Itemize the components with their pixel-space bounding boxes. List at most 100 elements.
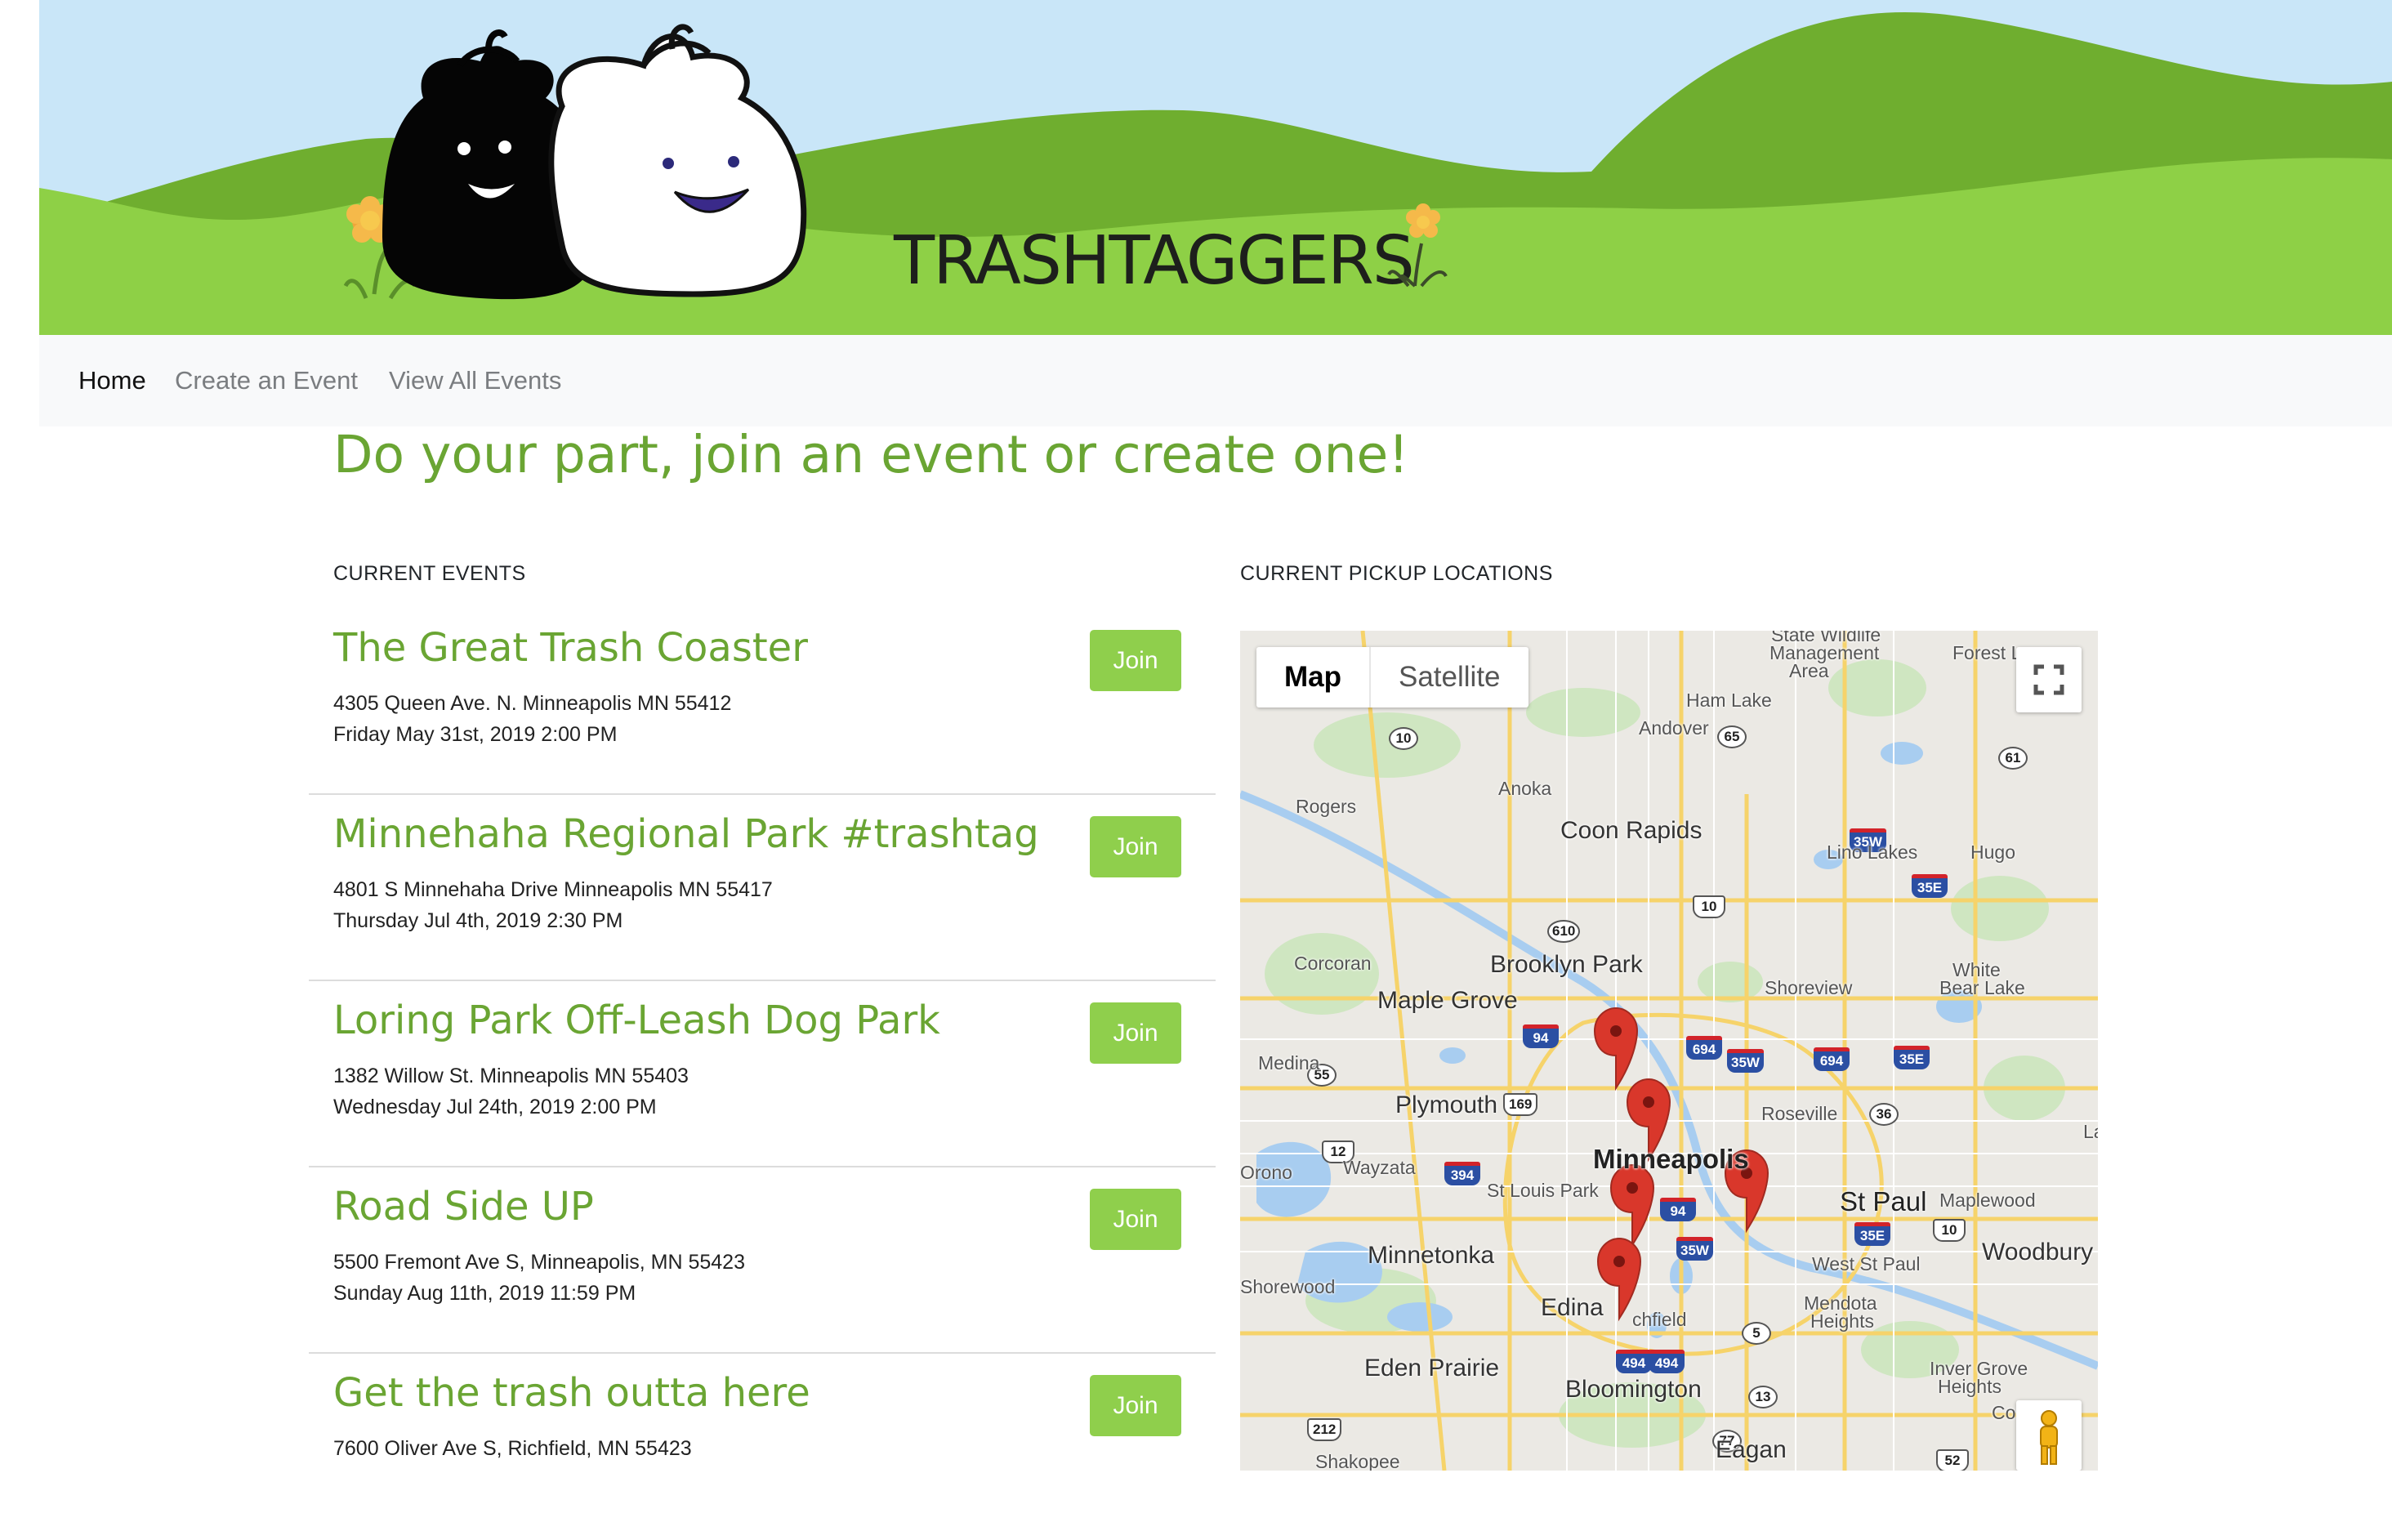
event-title[interactable]: Loring Park Off-Leash Dog Park (333, 998, 940, 1043)
map-place-label: Minneapolis (1593, 1144, 1749, 1174)
map-place-label: Corcoran (1294, 953, 1372, 974)
event-date: Sunday Aug 11th, 2019 11:59 PM (333, 1282, 636, 1305)
interstate-shield: 494 (1616, 1350, 1652, 1373)
us-shield: 212 (1307, 1418, 1342, 1441)
interstate-shield: 35W (1676, 1237, 1713, 1261)
map-place-label: Forest L (1952, 642, 2022, 663)
events-list: The Great Trash Coaster 4305 Queen Ave. … (309, 609, 1216, 1540)
interstate-shield: 694 (1686, 1036, 1722, 1060)
state-shield: 65 (1717, 725, 1747, 748)
map-tiles[interactable] (1240, 631, 2098, 1471)
map-place-label: Andover (1639, 717, 1709, 739)
join-button[interactable]: Join (1090, 1375, 1181, 1436)
map-place-label: Bloomington (1565, 1376, 1702, 1403)
interstate-shield: 35E (1894, 1046, 1930, 1069)
state-shield: 610 (1547, 920, 1581, 943)
interstate-shield: 394 (1444, 1162, 1480, 1185)
map-place-label: Shoreview (1765, 977, 1853, 998)
us-shield: 10 (1693, 895, 1725, 918)
interstate-shield: 94 (1660, 1198, 1696, 1221)
map-place-label: chfield (1632, 1309, 1687, 1330)
fullscreen-icon (2033, 664, 2064, 695)
event-address: 7600 Oliver Ave S, Richfield, MN 55423 (333, 1437, 692, 1460)
map-type-satellite-button[interactable]: Satellite (1371, 647, 1528, 708)
map-place-label: Area (1789, 660, 1829, 681)
nav-create-event[interactable]: Create an Event (175, 366, 358, 395)
map-type-toggle: Map Satellite (1256, 647, 1528, 708)
flower-icon (1387, 203, 1448, 288)
map-place-label: West St Paul (1812, 1253, 1921, 1274)
event-date: Friday May 31st, 2019 2:00 PM (333, 723, 618, 746)
map-place-label: Maple Grove (1377, 987, 1518, 1014)
map-place-label: Orono (1240, 1162, 1292, 1183)
event-address: 4801 S Minnehaha Drive Minneapolis MN 55… (333, 878, 773, 901)
event-address: 1382 Willow St. Minneapolis MN 55403 (333, 1065, 689, 1087)
interstate-shield: 494 (1649, 1350, 1685, 1373)
state-shield: 13 (1748, 1386, 1778, 1408)
state-shield: 10 (1389, 727, 1418, 750)
interstate-shield: 94 (1523, 1024, 1559, 1048)
map-place-label: St Louis Park (1487, 1180, 1599, 1201)
map-place-label: La (2083, 1121, 2098, 1142)
join-button[interactable]: Join (1090, 1002, 1181, 1064)
map-place-label: Brooklyn Park (1490, 951, 1643, 978)
nav-view-all-events[interactable]: View All Events (389, 366, 561, 395)
join-button[interactable]: Join (1090, 816, 1181, 877)
event-address: 4305 Queen Ave. N. Minneapolis MN 55412 (333, 692, 732, 715)
map-place-label: Roseville (1761, 1103, 1838, 1124)
map-place-label: Shakopee (1315, 1451, 1400, 1471)
event-title[interactable]: The Great Trash Coaster (333, 625, 808, 671)
map-place-label: Lino Lakes (1827, 841, 1918, 863)
map-place-label: Eden Prairie (1364, 1355, 1500, 1382)
pickup-locations-label: CURRENT PICKUP LOCATIONS (1240, 562, 1553, 585)
map-place-label: Ham Lake (1686, 690, 1772, 711)
event-address: 5500 Fremont Ave S, Minneapolis, MN 5542… (333, 1251, 745, 1274)
event-date: Wednesday Jul 24th, 2019 2:00 PM (333, 1096, 657, 1118)
state-shield: 36 (1869, 1103, 1899, 1126)
pegman-icon (2040, 1410, 2058, 1465)
join-button[interactable]: Join (1090, 1189, 1181, 1250)
map-place-label: St Paul (1840, 1186, 1927, 1216)
interstate-shield: 35E (1854, 1222, 1890, 1246)
current-events-label: CURRENT EVENTS (333, 562, 526, 585)
us-shield: 10 (1933, 1219, 1966, 1242)
map-place-label: Anoka (1498, 778, 1552, 799)
nav-home[interactable]: Home (78, 366, 146, 395)
map-place-label: Heights (1810, 1310, 1874, 1332)
page-tagline: Do your part, join an event or create on… (333, 425, 1409, 484)
event-item: Loring Park Off-Leash Dog Park 1382 Will… (309, 981, 1216, 1167)
event-title[interactable]: Get the trash outta here (333, 1370, 810, 1416)
state-shield: 61 (1998, 747, 2028, 770)
street-view-button[interactable] (2016, 1400, 2082, 1471)
state-shield: 5 (1742, 1322, 1771, 1345)
map-place-label: Shorewood (1240, 1276, 1336, 1297)
map-place-label: Eagan (1716, 1436, 1787, 1463)
map-place-label: Co (1992, 1402, 2016, 1423)
white-bag-mascot (548, 24, 807, 297)
map-place-label: Minnetonka (1368, 1242, 1495, 1269)
header-banner: TRASHTAGGERS (39, 0, 2392, 335)
map-place-label: Woodbury (1982, 1239, 2094, 1265)
us-shield: 169 (1503, 1093, 1538, 1116)
brand-title: TRASHTAGGERS (894, 222, 1415, 300)
event-item: Road Side UP 5500 Fremont Ave S, Minneap… (309, 1167, 1216, 1354)
us-shield: 52 (1936, 1449, 1969, 1471)
join-button[interactable]: Join (1090, 630, 1181, 691)
interstate-shield: 35E (1912, 874, 1948, 898)
trash-bags-logo (343, 24, 807, 300)
pickup-map[interactable]: 65 10 61 35W 35E 10 610 94 694 35W 694 35E 55 169 36 12… (1240, 631, 2098, 1471)
map-place-label: Rogers (1296, 796, 1357, 817)
map-type-map-button[interactable]: Map (1256, 647, 1371, 708)
interstate-shield: 35W (1727, 1049, 1764, 1073)
map-place-label: Edina (1541, 1294, 1604, 1321)
map-place-label: Bear Lake (1939, 977, 2025, 998)
map-place-label: Hugo (1970, 841, 2015, 863)
map-place-label: Plymouth (1395, 1091, 1498, 1118)
map-place-label: Maplewood (1939, 1190, 2036, 1211)
event-title[interactable]: Road Side UP (333, 1184, 594, 1230)
fullscreen-button[interactable] (2016, 647, 2082, 712)
map-place-label: Coon Rapids (1560, 817, 1703, 844)
map-place-label: Heights (1938, 1376, 2002, 1397)
event-title[interactable]: Minnehaha Regional Park #trashtag (333, 811, 1039, 857)
map-place-label: Medina (1258, 1052, 1320, 1074)
